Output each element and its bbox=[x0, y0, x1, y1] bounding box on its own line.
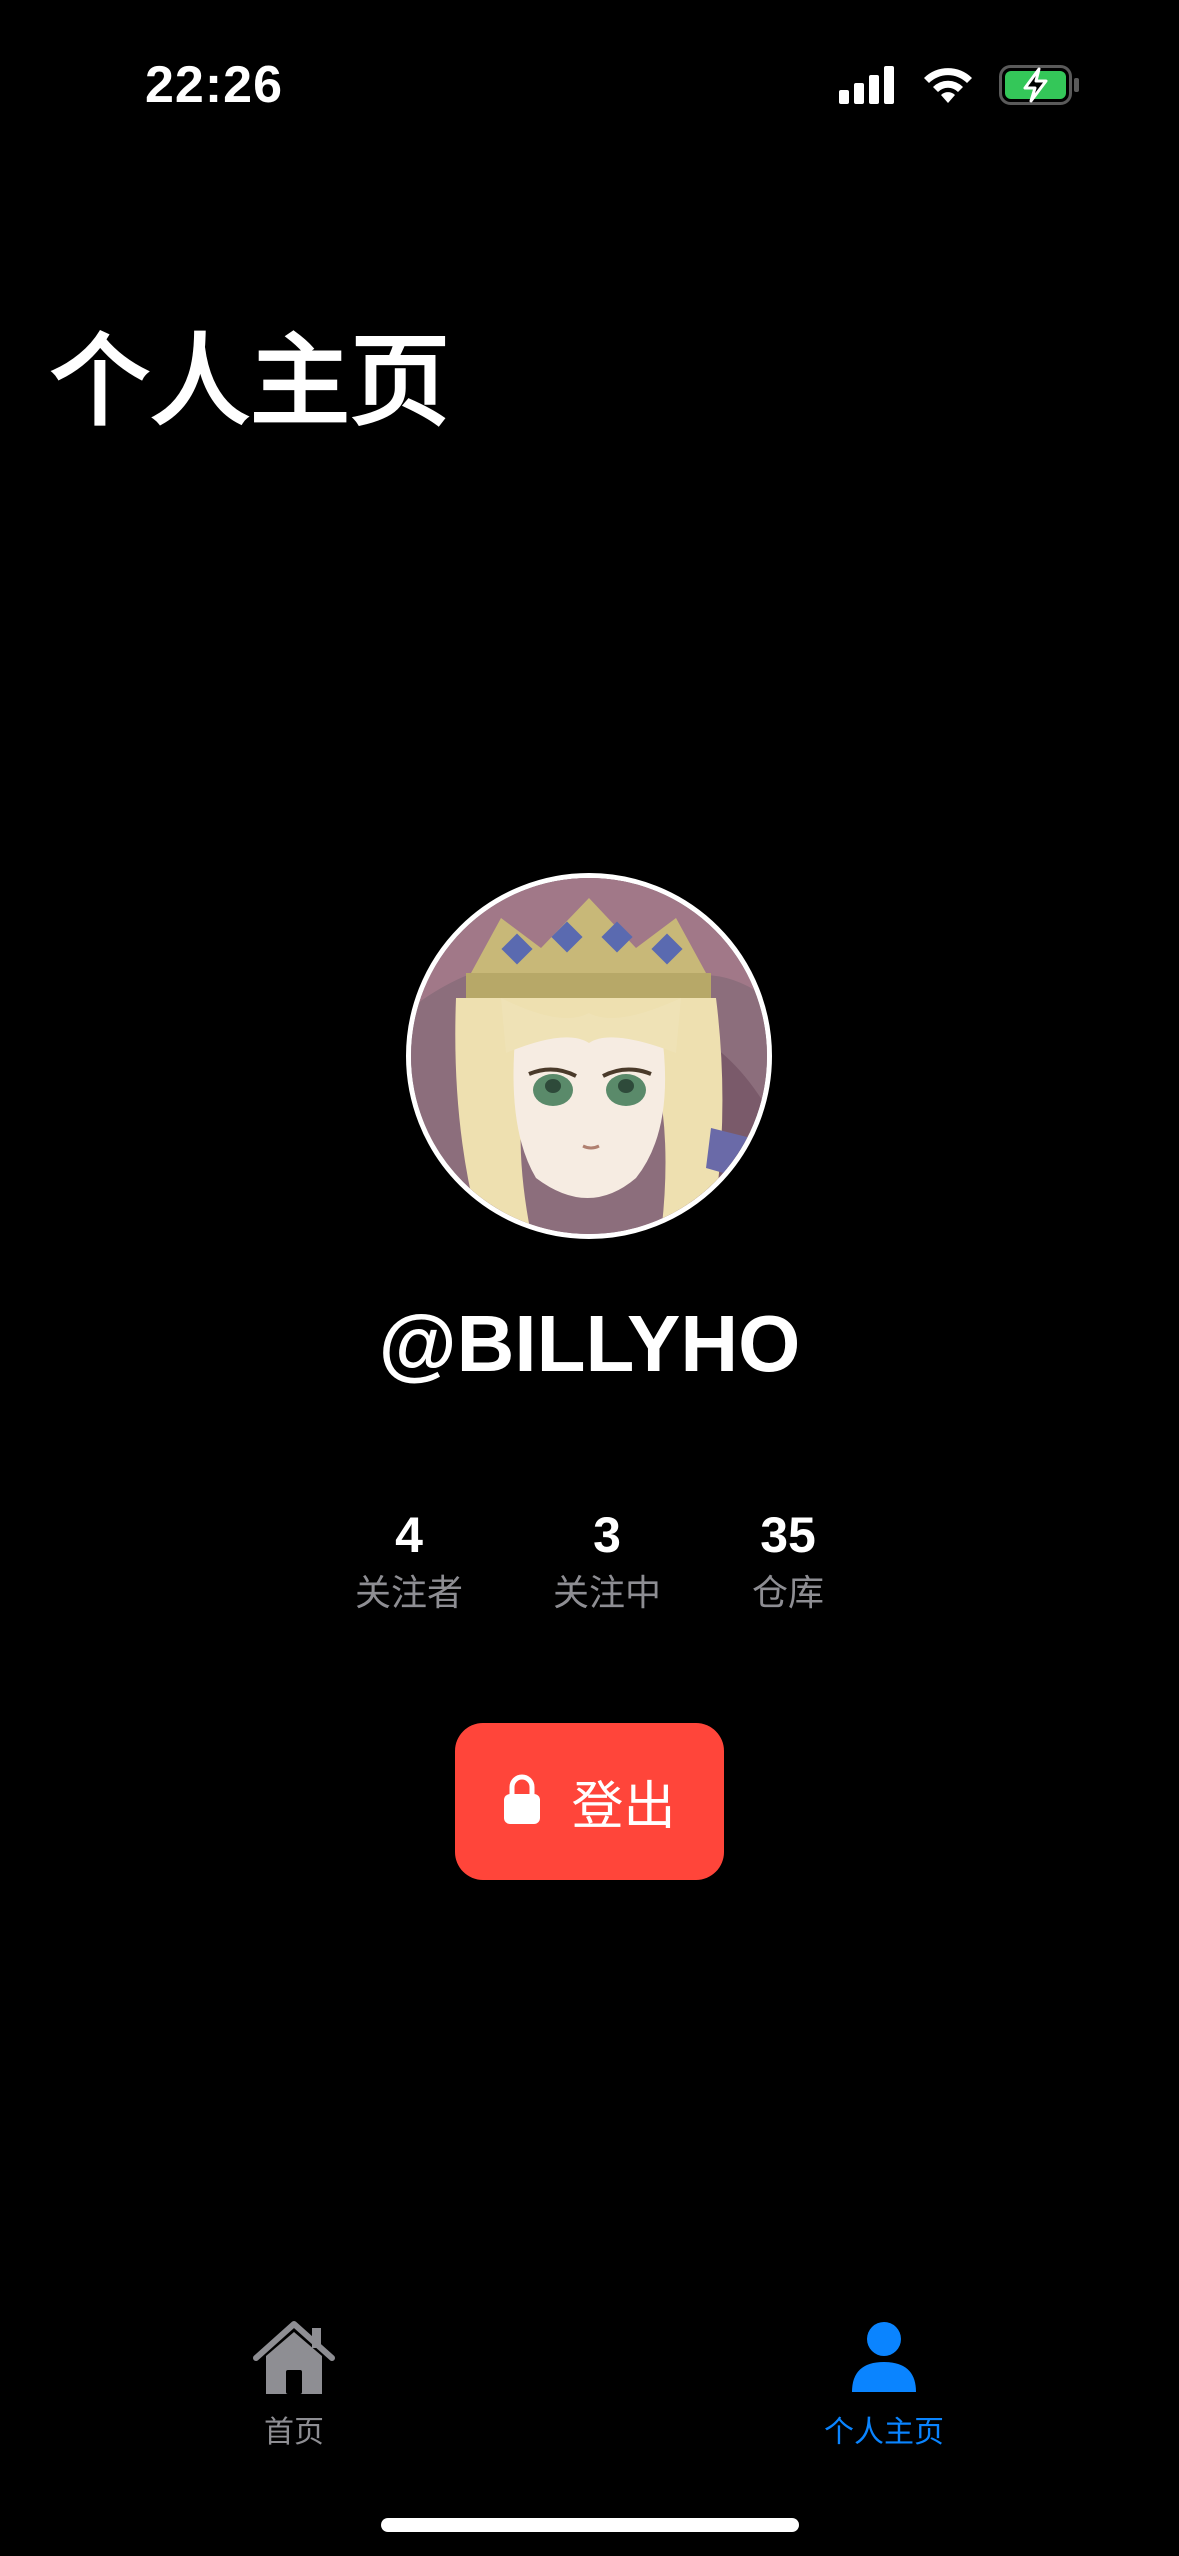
stat-following[interactable]: 3 关注中 bbox=[517, 1505, 697, 1619]
username: @BILLYHO bbox=[378, 1299, 801, 1388]
stat-followers[interactable]: 4 关注者 bbox=[319, 1505, 499, 1619]
stat-label: 仓库 bbox=[751, 1573, 824, 1614]
tab-home-label: 首页 bbox=[264, 2415, 324, 2450]
status-bar: 22:26 bbox=[0, 0, 1179, 170]
tab-profile[interactable]: 个人主页 bbox=[764, 2320, 1004, 2451]
stat-value: 3 bbox=[593, 1507, 621, 1563]
status-time: 22:26 bbox=[145, 56, 283, 114]
person-icon bbox=[849, 2322, 919, 2400]
logout-label: 登出 bbox=[571, 1777, 676, 1837]
home-icon bbox=[252, 2321, 336, 2400]
avatar bbox=[406, 873, 772, 1239]
status-icons bbox=[839, 62, 1081, 112]
stat-value: 4 bbox=[395, 1507, 423, 1563]
home-indicator[interactable] bbox=[381, 2518, 799, 2532]
tab-profile-label: 个人主页 bbox=[824, 2415, 944, 2450]
stat-value: 35 bbox=[760, 1507, 816, 1563]
page-title: 个人主页 bbox=[50, 323, 450, 440]
stat-label: 关注者 bbox=[354, 1573, 463, 1614]
battery-charging-icon bbox=[999, 64, 1081, 110]
signal-icon bbox=[839, 65, 897, 109]
stat-label: 关注中 bbox=[552, 1573, 661, 1614]
stat-repositories[interactable]: 35 仓库 bbox=[698, 1505, 878, 1619]
wifi-icon bbox=[921, 65, 975, 110]
logout-button[interactable]: 登出 bbox=[455, 1723, 724, 1880]
lock-icon bbox=[503, 1773, 541, 1830]
tab-home[interactable]: 首页 bbox=[174, 2320, 414, 2451]
